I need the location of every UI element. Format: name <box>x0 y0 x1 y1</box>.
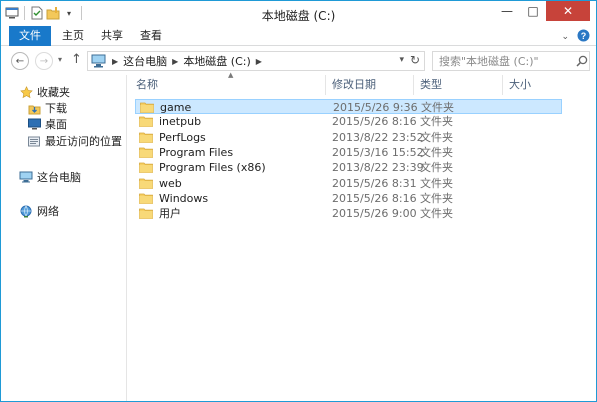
file-name[interactable]: Windows <box>159 191 208 206</box>
nav-favorites[interactable]: 收藏夹 <box>19 84 70 100</box>
file-date: 2015/5/26 9:00 <box>332 207 417 221</box>
tab-view[interactable]: 查看 <box>134 26 168 46</box>
nav-item-recent[interactable]: 最近访问的位置 <box>27 133 122 149</box>
nav-network-label: 网络 <box>37 205 59 218</box>
back-button[interactable]: ← <box>11 52 29 70</box>
title-bar: ▾ 本地磁盘 (C:) — □ ✕ <box>1 1 596 26</box>
file-row[interactable]: Program Files 2015/3/16 15:52 文件夹 <box>135 145 562 160</box>
file-type: 文件夹 <box>421 101 454 114</box>
address-bar[interactable]: ▶ 这台电脑 ▶ 本地磁盘 (C:) ▶ ▾ ↻ <box>87 51 425 71</box>
search-icon[interactable] <box>576 55 592 70</box>
file-date: 2015/5/26 9:36 <box>333 101 418 114</box>
column-header-date[interactable]: 修改日期 <box>326 75 414 95</box>
column-header-type[interactable]: 类型 <box>414 75 503 95</box>
arrow-left-icon: ← <box>15 55 25 67</box>
arrow-right-icon: → <box>39 55 49 67</box>
folder-icon <box>139 131 153 146</box>
file-type: 文件夹 <box>420 130 453 144</box>
file-name[interactable]: PerfLogs <box>159 130 206 145</box>
help-icon[interactable]: ? <box>577 29 590 45</box>
nav-network[interactable]: 网络 <box>19 203 59 219</box>
breadcrumb-this-pc[interactable]: 这台电脑 <box>123 53 167 69</box>
tab-file[interactable]: 文件 <box>9 26 51 46</box>
refresh-icon[interactable]: ↻ <box>410 53 420 67</box>
minimize-button[interactable]: — <box>494 1 520 21</box>
file-date: 2015/3/16 15:52 <box>332 145 424 159</box>
recent-places-icon <box>27 135 41 148</box>
file-type: 文件夹 <box>420 207 453 221</box>
ribbon-right: ⌄ ? <box>561 29 590 45</box>
tab-home[interactable]: 主页 <box>56 26 90 46</box>
file-type: 文件夹 <box>420 115 453 129</box>
file-row[interactable]: inetpub 2015/5/26 8:16 文件夹 <box>135 114 562 129</box>
close-button[interactable]: ✕ <box>546 1 590 21</box>
window-controls: — □ ✕ <box>494 1 590 21</box>
file-date: 2015/5/26 8:16 <box>332 115 417 129</box>
nav-item-label: 下载 <box>45 102 67 115</box>
folder-icon <box>139 146 153 161</box>
nav-item-desktop[interactable]: 桌面 <box>27 116 67 132</box>
search-input[interactable]: 搜索"本地磁盘 (C:)" <box>432 51 590 71</box>
breadcrumb-chevron-icon[interactable]: ▶ <box>256 57 262 66</box>
file-row[interactable]: web 2015/5/26 8:31 文件夹 <box>135 176 562 191</box>
ribbon-tabs: 文件 主页 共享 查看 ⌄ ? <box>1 26 596 46</box>
nav-favorites-label: 收藏夹 <box>37 86 70 99</box>
computer-icon <box>91 54 107 68</box>
downloads-icon <box>27 102 41 115</box>
nav-item-downloads[interactable]: 下载 <box>27 100 67 116</box>
breadcrumb-local-disk[interactable]: 本地磁盘 (C:) <box>183 53 250 69</box>
folder-icon <box>139 115 153 130</box>
file-name[interactable]: inetpub <box>159 114 201 129</box>
file-name[interactable]: Program Files <box>159 145 233 160</box>
folder-icon <box>139 177 153 192</box>
file-name[interactable]: web <box>159 176 182 191</box>
tab-share[interactable]: 共享 <box>95 26 129 46</box>
up-button[interactable]: ↑ <box>71 52 82 67</box>
expand-ribbon-icon[interactable]: ⌄ <box>561 32 569 42</box>
folder-icon <box>139 192 153 207</box>
column-header-size[interactable]: 大小 <box>503 75 583 95</box>
nav-this-pc[interactable]: 这台电脑 <box>19 169 81 185</box>
file-row[interactable]: Program Files (x86) 2013/8/22 23:39 文件夹 <box>135 160 562 175</box>
file-type: 文件夹 <box>420 145 453 159</box>
maximize-button[interactable]: □ <box>520 1 546 21</box>
file-name[interactable]: Program Files (x86) <box>159 160 266 175</box>
file-list: ▲ 名称 修改日期 类型 大小 game 2015/5/26 9:36 文件夹 ine… <box>130 71 594 401</box>
file-row[interactable]: Windows 2015/5/26 8:16 文件夹 <box>135 191 562 206</box>
file-date: 2013/8/22 23:39 <box>332 161 424 175</box>
navigation-bar: ← → ▾ ↑ ▶ 这台电脑 ▶ 本地磁盘 (C:) ▶ ▾ ↻ 搜索"本地磁盘… <box>1 49 596 73</box>
file-type: 文件夹 <box>420 176 453 190</box>
explorer-window: ▾ 本地磁盘 (C:) — □ ✕ 文件 主页 共享 查看 ⌄ ? ← → ▾ … <box>0 0 597 402</box>
nav-item-label: 桌面 <box>45 118 67 131</box>
computer-icon <box>19 171 33 184</box>
nav-this-pc-label: 这台电脑 <box>37 171 81 184</box>
network-icon <box>19 205 33 218</box>
nav-item-label: 最近访问的位置 <box>45 135 122 148</box>
folder-icon <box>139 161 153 176</box>
recent-locations-dropdown[interactable]: ▾ <box>58 55 62 64</box>
svg-text:?: ? <box>581 31 587 41</box>
file-row[interactable]: PerfLogs 2013/8/22 23:52 文件夹 <box>135 130 562 145</box>
address-dropdown-icon[interactable]: ▾ <box>399 55 404 65</box>
file-name[interactable]: 用户 <box>159 206 181 221</box>
file-row[interactable]: 用户 2015/5/26 9:00 文件夹 <box>135 206 562 221</box>
column-header-name[interactable]: 名称 <box>130 75 326 95</box>
navigation-pane: 收藏夹 下载 桌面 最近访问的位置 这台电脑 网络 <box>1 75 127 401</box>
file-type: 文件夹 <box>420 191 453 205</box>
file-date: 2013/8/22 23:52 <box>332 130 424 144</box>
folder-icon <box>139 207 153 222</box>
file-type: 文件夹 <box>420 161 453 175</box>
star-icon <box>19 85 33 99</box>
file-row[interactable]: game 2015/5/26 9:36 文件夹 <box>135 99 562 114</box>
breadcrumb-chevron-icon[interactable]: ▶ <box>172 57 178 66</box>
file-date: 2015/5/26 8:16 <box>332 191 417 205</box>
forward-button[interactable]: → <box>35 52 53 70</box>
file-date: 2015/5/26 8:31 <box>332 176 417 190</box>
breadcrumb-chevron-icon[interactable]: ▶ <box>112 57 118 66</box>
file-name[interactable]: game <box>160 100 191 115</box>
desktop-icon <box>27 118 41 131</box>
